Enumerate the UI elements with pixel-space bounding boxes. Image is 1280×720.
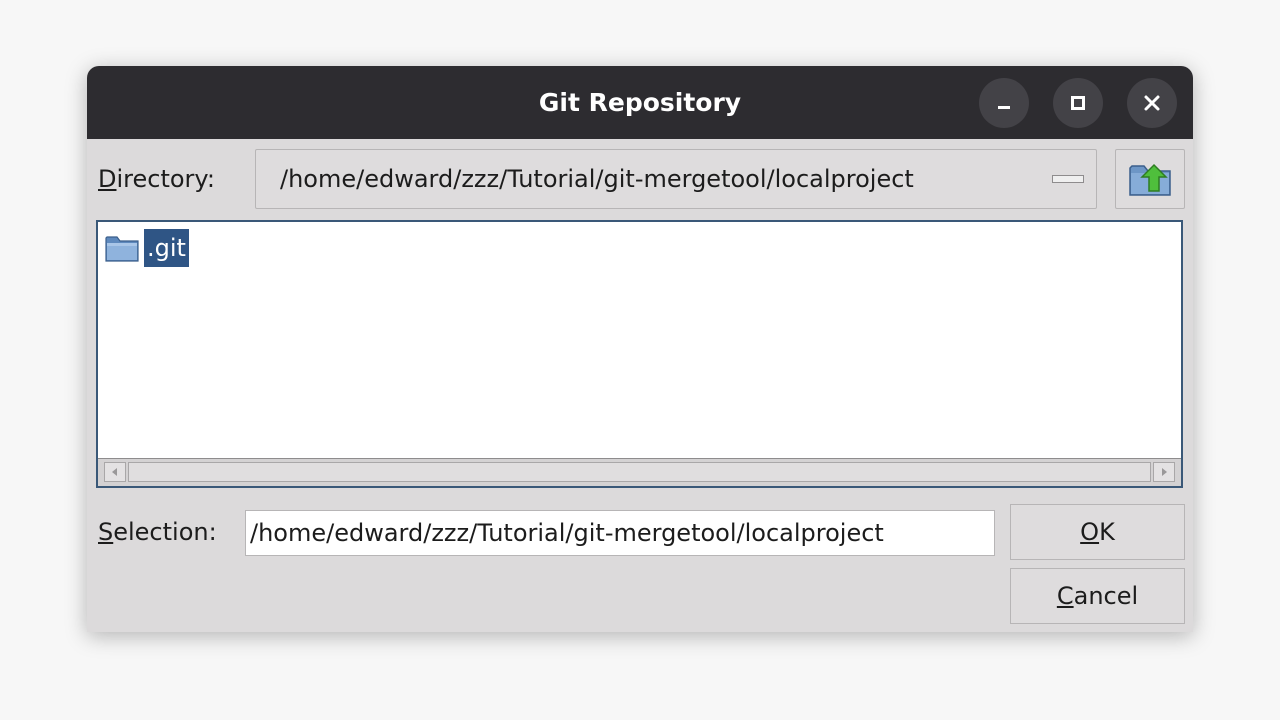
parent-directory-button[interactable] (1115, 149, 1185, 209)
selection-label: Selection: (98, 518, 217, 546)
dropdown-indicator-icon (1052, 175, 1084, 183)
scroll-left-button[interactable] (104, 462, 126, 482)
directory-label: Directory: (98, 165, 215, 193)
directory-combobox[interactable]: /home/edward/zzz/Tutorial/git-mergetool/… (255, 149, 1097, 209)
cancel-button[interactable]: Cancel (1010, 568, 1185, 624)
minimize-button[interactable] (979, 78, 1029, 128)
scroll-right-button[interactable] (1153, 462, 1175, 482)
maximize-button[interactable] (1053, 78, 1103, 128)
title-bar[interactable]: Git Repository (87, 66, 1193, 139)
folder-icon (105, 236, 139, 262)
scroll-thumb[interactable] (128, 462, 1151, 482)
ok-button[interactable]: OK (1010, 504, 1185, 560)
file-list[interactable]: .git (96, 220, 1183, 488)
scroll-right-icon (1162, 468, 1167, 476)
close-button[interactable] (1127, 78, 1177, 128)
maximize-icon (1053, 78, 1103, 128)
horizontal-scrollbar[interactable] (98, 458, 1181, 486)
directory-path: /home/edward/zzz/Tutorial/git-mergetool/… (280, 165, 914, 193)
file-name: .git (144, 229, 189, 267)
scroll-left-icon (112, 468, 117, 476)
close-icon (1127, 78, 1177, 128)
folder-up-icon (1129, 163, 1171, 196)
dialog-window: Git Repository Directory: /home/edward/z… (87, 66, 1193, 632)
minimize-icon (979, 78, 1029, 128)
selection-input[interactable] (245, 510, 995, 556)
